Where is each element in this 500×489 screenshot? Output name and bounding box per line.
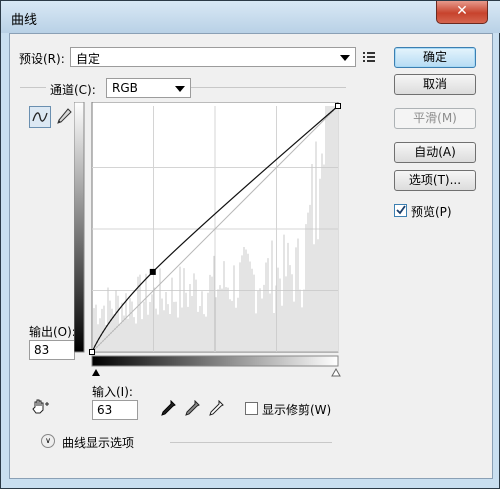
cancel-button[interactable]: 取消 — [394, 74, 476, 95]
output-field[interactable]: 83 — [29, 340, 75, 360]
preview-checkbox[interactable] — [394, 204, 407, 217]
black-eyedropper-icon[interactable] — [160, 400, 176, 416]
output-label: 输出(O): — [29, 325, 76, 339]
input-field[interactable]: 63 — [92, 400, 138, 420]
list-menu-icon[interactable] — [363, 52, 375, 62]
expand-chevron-icon[interactable]: ∨ — [41, 434, 55, 448]
show-clipping-checkbox[interactable] — [245, 402, 258, 415]
checkmark-icon — [396, 205, 406, 215]
preview-label: 预览(P) — [411, 205, 452, 219]
curve-endpoint-white[interactable] — [335, 103, 341, 109]
window-title: 曲线 — [11, 13, 38, 28]
dialog-body: 预设(R): 自定 通道(C): RGB 输出(O): 83 输入(I): 63… — [9, 33, 493, 479]
smooth-button[interactable]: 平滑(M) — [394, 108, 476, 129]
ok-button[interactable]: 确定 — [394, 47, 476, 68]
curve-endpoint-black[interactable] — [89, 349, 95, 355]
input-gradient-bar — [91, 355, 339, 367]
channel-value: RGB — [112, 81, 138, 95]
close-button[interactable]: ✕ — [436, 1, 488, 24]
hand-adjust-icon[interactable] — [31, 398, 51, 416]
curves-dialog: 曲线 ✕ 预设(R): 自定 通道(C): RGB 输出(O): 83 输入(I… — [0, 0, 500, 489]
output-gradient-bar — [74, 102, 85, 353]
gray-eyedropper-icon[interactable] — [184, 400, 200, 416]
preset-label: 预设(R): — [19, 52, 65, 66]
curve-tool-icon[interactable] — [29, 106, 51, 128]
chevron-down-icon — [340, 55, 350, 61]
options-button[interactable]: 选项(T)... — [394, 170, 476, 191]
channel-select[interactable]: RGB — [106, 78, 191, 98]
auto-button[interactable]: 自动(A) — [394, 142, 476, 163]
white-point-slider[interactable] — [331, 367, 341, 377]
title-bar[interactable]: 曲线 ✕ — [1, 1, 500, 33]
input-label: 输入(I): — [92, 385, 133, 399]
pencil-tool-icon[interactable] — [56, 108, 72, 126]
group-border — [20, 87, 46, 88]
white-eyedropper-icon[interactable] — [208, 400, 224, 416]
group-border — [190, 87, 346, 88]
preset-value: 自定 — [76, 52, 101, 66]
curve-control-point[interactable] — [149, 268, 156, 275]
channel-label: 通道(C): — [50, 83, 96, 97]
show-clipping-label: 显示修剪(W) — [262, 403, 332, 417]
section-divider — [170, 442, 332, 443]
curve-graph[interactable] — [74, 102, 346, 382]
curve-display-options-label[interactable]: 曲线显示选项 — [62, 434, 134, 451]
chevron-down-icon — [175, 86, 185, 92]
black-point-slider[interactable] — [92, 369, 100, 376]
preset-select[interactable]: 自定 — [70, 47, 356, 67]
